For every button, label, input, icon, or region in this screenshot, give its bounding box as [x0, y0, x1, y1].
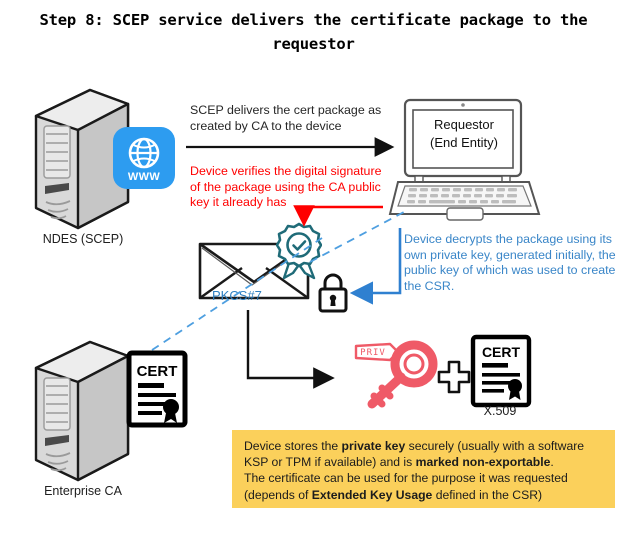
ca-certificate-icon: CERT — [126, 350, 188, 433]
enterprise-ca-server-icon: Enterprise CA — [28, 334, 138, 498]
www-label: WWW — [127, 170, 161, 183]
callout-line-2: KSP or TPM if available) and is marked n… — [244, 455, 554, 470]
callout-line-1: Device stores the private key securely (… — [244, 439, 585, 453]
www-globe-icon: WWW — [113, 127, 175, 189]
private-key-icon: PRIV — [352, 336, 444, 417]
padlock-icon — [316, 272, 350, 319]
diagram-canvas: Step 8: SCEP service delivers the certif… — [0, 0, 627, 544]
scep-delivers-annotation: SCEP delivers the cert package as create… — [190, 103, 382, 133]
svg-text:PRIV: PRIV — [360, 348, 386, 358]
callout-line-3: The certificate can be used for the purp… — [244, 471, 568, 486]
laptop-screen-text: Requestor (End Entity) — [409, 116, 519, 152]
private-key-storage-callout: Device stores the private key securely (… — [232, 430, 615, 508]
plus-icon — [437, 360, 471, 399]
page-title: Step 8: SCEP service delivers the certif… — [39, 11, 588, 53]
device-decrypts-annotation: Device decrypts the package using its ow… — [404, 232, 616, 293]
enterprise-ca-label: Enterprise CA — [44, 484, 122, 498]
pkcs7-label: PKCS#7 — [212, 288, 262, 303]
device-verifies-annotation: Device verifies the digital signature of… — [190, 164, 382, 209]
x509-label: X.509 — [483, 404, 517, 418]
x509-certificate-icon: CERT — [470, 334, 532, 413]
globe-glyph — [128, 137, 160, 168]
decrypt-arrow — [349, 228, 402, 305]
svg-text:CERT: CERT — [482, 344, 521, 360]
svg-text:CERT: CERT — [137, 363, 178, 380]
ndes-server-label: NDES (SCEP) — [42, 232, 124, 246]
callout-line-4: (depends of Extended Key Usage defined i… — [244, 487, 543, 502]
unpack-arrow — [246, 310, 335, 389]
requestor-line-2: (End Entity) — [430, 135, 498, 150]
requestor-line-1: Requestor — [434, 117, 494, 132]
